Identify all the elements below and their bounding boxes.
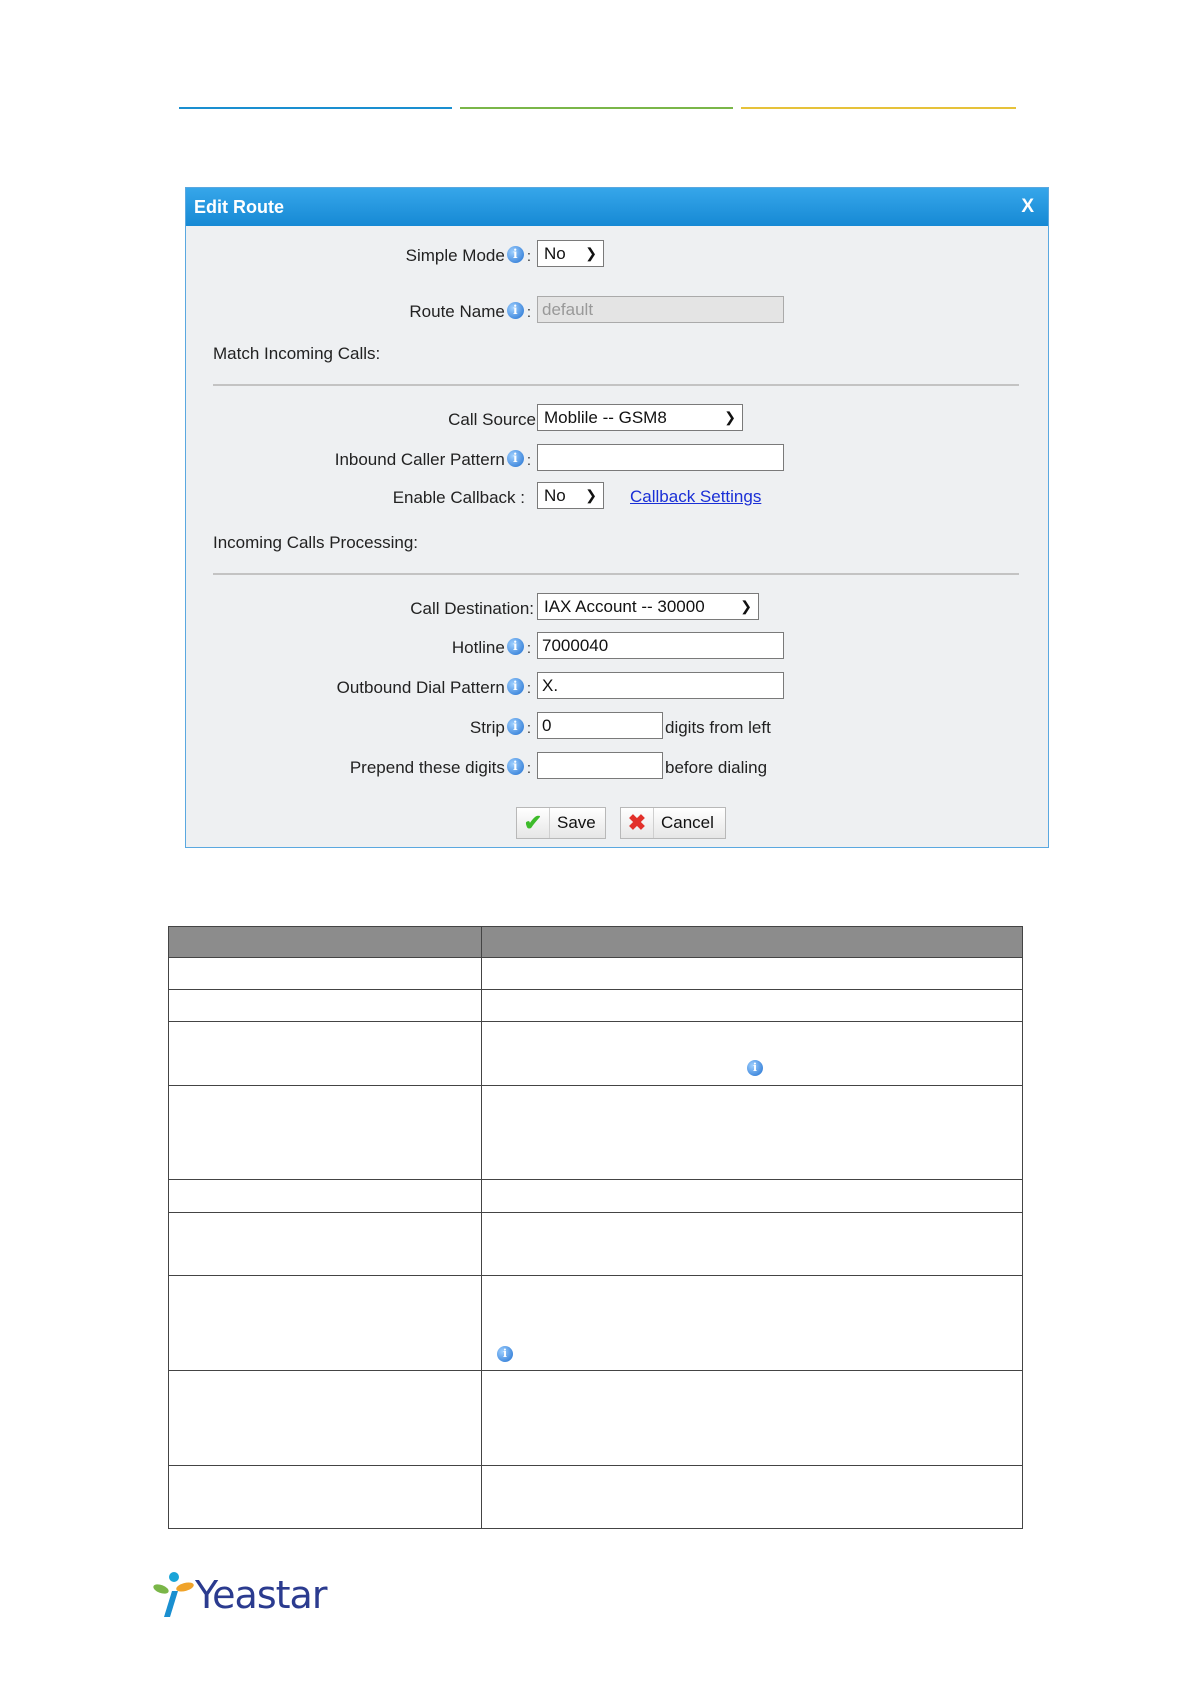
section-divider xyxy=(213,573,1019,575)
call-destination-row: Call Destination: IAX Account -- 30000 ❯ xyxy=(186,593,1050,623)
info-icon[interactable]: i xyxy=(506,638,524,655)
inbound-caller-pattern-row: Inbound Caller Pattern i: xyxy=(186,444,1050,474)
header-line-green xyxy=(460,107,733,109)
hotline-input[interactable]: 7000040 xyxy=(537,632,784,659)
route-name-label: Route Name xyxy=(409,302,505,321)
info-icon: i xyxy=(747,1060,763,1076)
simple-mode-row: Simple Mode i: No ❯ xyxy=(186,240,1050,270)
table-row xyxy=(168,1212,1023,1276)
call-source-row: Call Source Moblile -- GSM8 ❯ xyxy=(186,404,1050,434)
info-icon[interactable]: i xyxy=(506,678,524,695)
simple-mode-select[interactable]: No ❯ xyxy=(537,240,604,267)
prepend-label: Prepend these digits xyxy=(349,758,505,777)
enable-callback-row: Enable Callback : No ❯ Callback Settings xyxy=(186,482,1050,512)
match-incoming-calls-heading: Match Incoming Calls: xyxy=(213,344,381,363)
callback-settings-link[interactable]: Callback Settings xyxy=(630,487,761,507)
close-button[interactable]: X xyxy=(1021,188,1034,226)
table-header-row xyxy=(168,926,1023,958)
edit-route-dialog: Edit Route X Simple Mode i: No ❯ Route Nam… xyxy=(185,187,1049,848)
table-header-cell xyxy=(481,926,1023,958)
chevron-down-icon: ❯ xyxy=(740,598,752,614)
route-name-row: Route Name i: default xyxy=(186,296,1050,326)
simple-mode-label: Simple Mode xyxy=(405,246,505,265)
info-icon: i xyxy=(497,1346,513,1362)
chevron-down-icon: ❯ xyxy=(724,409,736,425)
checkmark-icon: ✔ xyxy=(517,808,550,838)
chevron-down-icon: ❯ xyxy=(585,245,597,261)
info-icon[interactable]: i xyxy=(506,758,524,775)
outbound-dial-pattern-input[interactable]: X. xyxy=(537,672,784,699)
logo-wordmark: Yeastar xyxy=(195,1573,327,1617)
yeastar-logo-mark-icon xyxy=(153,1572,194,1617)
inbound-caller-pattern-input[interactable] xyxy=(537,444,784,471)
call-source-label: Call Source xyxy=(448,410,536,429)
cancel-button[interactable]: ✖ Cancel xyxy=(620,807,726,839)
hotline-row: Hotline i: 7000040 xyxy=(186,632,1050,662)
enable-callback-label: Enable Callback : xyxy=(392,488,525,507)
info-icon[interactable]: i xyxy=(506,718,524,735)
simple-mode-label-wrap: Simple Mode i: xyxy=(405,246,531,265)
call-destination-label: Call Destination: xyxy=(410,599,534,618)
strip-label: Strip xyxy=(469,718,505,737)
save-button[interactable]: ✔ Save xyxy=(516,807,606,839)
info-icon[interactable]: i xyxy=(506,302,524,319)
dialog-title: Edit Route xyxy=(194,197,284,217)
section-divider xyxy=(213,384,1019,386)
info-icon[interactable]: i xyxy=(506,450,524,467)
table-row: i xyxy=(168,1275,1023,1371)
outbound-dial-pattern-row: Outbound Dial Pattern i: X. xyxy=(186,672,1050,702)
table-row xyxy=(168,1085,1023,1180)
inbound-caller-pattern-label: Inbound Caller Pattern xyxy=(334,450,505,469)
prepend-input[interactable] xyxy=(537,752,663,779)
route-name-input[interactable]: default xyxy=(537,296,784,323)
table-row: i xyxy=(168,1021,1023,1086)
call-source-select[interactable]: Moblile -- GSM8 ❯ xyxy=(537,404,743,431)
close-x-icon: ✖ xyxy=(621,808,654,838)
enable-callback-select[interactable]: No ❯ xyxy=(537,482,604,509)
header-line-blue xyxy=(179,107,452,109)
strip-input[interactable]: 0 xyxy=(537,712,663,739)
table-row xyxy=(168,1465,1023,1529)
incoming-calls-processing-heading: Incoming Calls Processing: xyxy=(213,533,419,552)
info-icon[interactable]: i xyxy=(506,246,524,263)
table-row xyxy=(168,1179,1023,1213)
header-line-yellow xyxy=(741,107,1016,109)
settings-description-table: i i xyxy=(168,926,1023,1529)
table-row xyxy=(168,957,1023,990)
yeastar-logo: Yeastar xyxy=(152,1569,327,1621)
table-header-cell xyxy=(168,926,482,958)
table-row xyxy=(168,1370,1023,1466)
hotline-label: Hotline xyxy=(451,638,505,657)
table-row xyxy=(168,989,1023,1022)
prepend-row: Prepend these digits i: before dialing xyxy=(186,752,1050,782)
prepend-suffix: before dialing xyxy=(665,758,768,777)
strip-row: Strip i: 0 digits from left xyxy=(186,712,1050,742)
strip-suffix: digits from left xyxy=(665,718,771,737)
dialog-title-bar: Edit Route X xyxy=(186,188,1048,226)
call-destination-select[interactable]: IAX Account -- 30000 ❯ xyxy=(537,593,759,620)
chevron-down-icon: ❯ xyxy=(585,487,597,503)
outbound-dial-pattern-label: Outbound Dial Pattern xyxy=(336,678,505,697)
